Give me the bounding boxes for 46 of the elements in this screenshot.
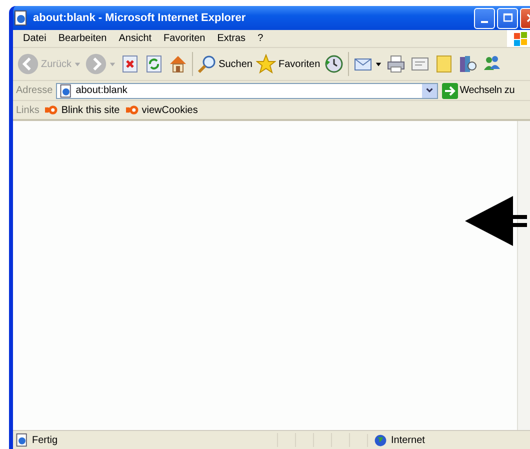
chevron-down-icon <box>424 86 434 95</box>
refresh-icon <box>144 54 164 74</box>
link-icon <box>45 103 60 117</box>
search-button[interactable]: Suchen <box>194 54 254 74</box>
globe-icon <box>374 434 387 446</box>
menu-item[interactable]: Bearbeiten <box>52 33 113 44</box>
zone-text: Internet <box>391 434 425 446</box>
arrow-left-icon <box>17 53 39 75</box>
caret-icon <box>375 60 382 68</box>
window-title: about:blank - Microsoft Internet Explorer <box>33 12 247 24</box>
link-icon <box>126 103 140 117</box>
page-icon <box>15 433 29 447</box>
link[interactable]: Blink this site <box>45 103 120 117</box>
menu-item[interactable]: ? <box>252 33 270 44</box>
search-icon <box>196 54 217 74</box>
menu-item[interactable]: Favoriten <box>158 33 212 44</box>
minimize-icon <box>481 20 488 22</box>
books-icon <box>458 54 478 74</box>
scrollbar[interactable] <box>517 121 530 430</box>
windows-logo-icon <box>507 30 530 47</box>
star-icon <box>256 54 276 74</box>
house-icon <box>168 54 188 74</box>
clock-icon <box>324 54 344 74</box>
caret-icon <box>108 60 116 68</box>
menu-item[interactable]: Datei <box>17 33 52 44</box>
address-label: Adresse <box>16 85 53 96</box>
arrow <box>465 196 527 246</box>
page-icon <box>58 84 73 98</box>
arrow-right-icon <box>84 53 107 75</box>
arrow-right-icon <box>442 82 458 98</box>
favorites-button[interactable]: Favoriten <box>254 54 322 74</box>
minimize-button[interactable] <box>474 8 495 28</box>
links-label: Links <box>16 104 40 116</box>
page-icon <box>13 10 29 26</box>
menu-item[interactable]: Extras <box>211 33 252 44</box>
menu-item[interactable]: Ansicht <box>112 33 158 44</box>
status-text: Fertig <box>32 434 58 446</box>
note-icon <box>434 54 454 74</box>
caret-icon <box>74 60 81 68</box>
address-field[interactable]: about:blank <box>56 82 438 98</box>
maximize-button[interactable] <box>497 8 518 28</box>
printer-icon <box>386 54 406 74</box>
dropdown-button[interactable] <box>422 84 437 98</box>
go-button[interactable]: Wechseln zu <box>440 82 516 98</box>
link[interactable]: viewCookies <box>126 103 198 117</box>
stop-icon <box>120 54 140 74</box>
